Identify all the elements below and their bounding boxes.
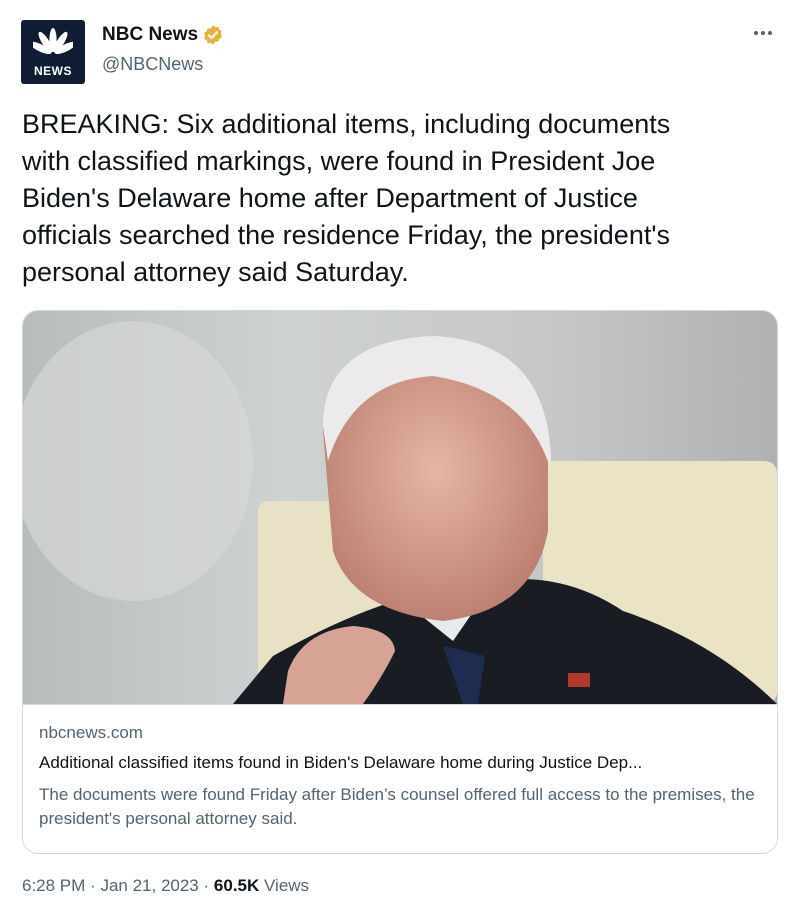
meta-separator: · xyxy=(203,876,210,895)
avatar-label: NEWS xyxy=(34,64,72,78)
views-label: Views xyxy=(264,876,310,895)
meta-separator: · xyxy=(90,876,96,895)
link-card[interactable]: nbcnews.com Additional classified items … xyxy=(22,310,778,854)
tweet-time[interactable]: 6:28 PM xyxy=(22,876,85,895)
author-name[interactable]: NBC News xyxy=(102,24,198,46)
tweet-text: BREAKING: Six additional items, includin… xyxy=(22,109,671,287)
card-image xyxy=(23,311,777,704)
card-description: The documents were found Friday after Bi… xyxy=(39,785,755,828)
card-domain: nbcnews.com xyxy=(39,723,143,742)
tweet-meta: 6:28 PM · Jan 21, 2023 · 60.5K Views xyxy=(22,876,309,896)
verified-badge-icon xyxy=(204,25,222,45)
author-handle[interactable]: @NBCNews xyxy=(102,54,203,75)
author-name-row: NBC News xyxy=(102,24,224,46)
tweet-date[interactable]: Jan 21, 2023 xyxy=(100,876,198,895)
tweet: NEWS NBC News @NBCNews BREAKING: Six add… xyxy=(0,0,800,901)
more-options-icon[interactable] xyxy=(751,22,772,40)
avatar[interactable]: NEWS xyxy=(21,20,85,84)
peacock-logo-icon xyxy=(33,28,73,55)
card-info: nbcnews.com Additional classified items … xyxy=(23,704,777,853)
card-title: Additional classified items found in Bid… xyxy=(39,753,643,772)
views-count[interactable]: 60.5K xyxy=(214,876,259,895)
